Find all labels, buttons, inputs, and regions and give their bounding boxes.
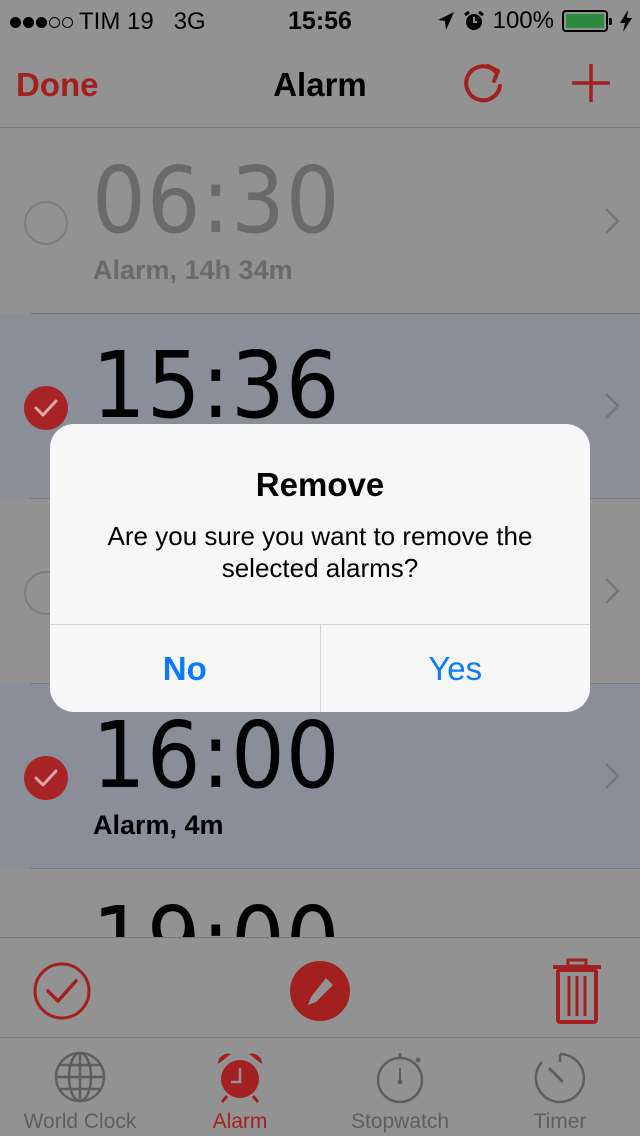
edit-button[interactable] [290, 961, 350, 1021]
stopwatch-icon [376, 1053, 424, 1104]
tab-label: Alarm [212, 1110, 268, 1133]
tab-label: World Clock [23, 1110, 137, 1133]
done-button[interactable]: Done [16, 66, 99, 104]
alarm-time: 19:00 [92, 887, 341, 937]
tab-label: Stopwatch [350, 1110, 450, 1133]
alarm-row[interactable]: 19:00 [0, 869, 640, 937]
edit-toolbar [0, 937, 640, 1038]
plus-icon[interactable] [568, 60, 614, 106]
alarm-label: Alarm, 14h 34m [93, 255, 293, 285]
dialog-actions: No Yes [50, 624, 590, 712]
tab-timer[interactable]: Timer [480, 1038, 640, 1136]
selected-checkmark-icon[interactable] [24, 386, 68, 430]
trash-icon[interactable] [552, 958, 602, 1024]
alarm-time: 16:00 [92, 702, 341, 809]
yes-button[interactable]: Yes [321, 625, 591, 712]
tab-bar: World Clock Alarm Stopwatch Timer [0, 1038, 640, 1136]
tab-stopwatch[interactable]: Stopwatch [320, 1038, 480, 1136]
alarm-row[interactable]: 06:30 Alarm, 14h 34m [0, 129, 640, 314]
dialog-message: Are you sure you want to remove the sele… [107, 521, 533, 583]
navigation-bar: Done Alarm [0, 40, 640, 128]
refresh-icon[interactable] [460, 60, 508, 108]
check-circle-icon[interactable] [32, 961, 92, 1021]
alarm-clock-icon [217, 1053, 263, 1103]
alarm-time: 06:30 [92, 147, 341, 254]
chevron-right-icon[interactable] [604, 762, 620, 790]
unselected-circle-icon[interactable] [24, 201, 68, 245]
globe-icon [54, 1051, 106, 1103]
selected-checkmark-icon[interactable] [24, 756, 68, 800]
charging-bolt-icon [620, 10, 632, 32]
chevron-right-icon[interactable] [604, 577, 620, 605]
battery-icon [562, 10, 612, 32]
status-right: 100% [437, 7, 632, 35]
remove-alert-dialog: Remove Are you sure you want to remove t… [50, 424, 590, 712]
battery-percent: 100% [492, 7, 554, 34]
tab-label: Timer [533, 1110, 587, 1133]
pencil-icon [308, 978, 333, 1005]
no-button[interactable]: No [50, 625, 321, 712]
alarm-label: Alarm, 4m [93, 810, 224, 840]
chevron-right-icon[interactable] [604, 392, 620, 420]
alarm-time: 15:36 [92, 332, 341, 439]
alarm-clock-icon [463, 10, 484, 30]
dialog-title: Remove [255, 466, 385, 503]
timer-icon [534, 1052, 586, 1104]
location-arrow-icon [437, 12, 454, 30]
battery-fill [566, 14, 604, 28]
tab-alarm[interactable]: Alarm [160, 1038, 320, 1136]
tab-world-clock[interactable]: World Clock [0, 1038, 160, 1136]
chevron-right-icon[interactable] [604, 207, 620, 235]
status-bar: TIM 19 3G 15:56 100% [0, 0, 640, 40]
